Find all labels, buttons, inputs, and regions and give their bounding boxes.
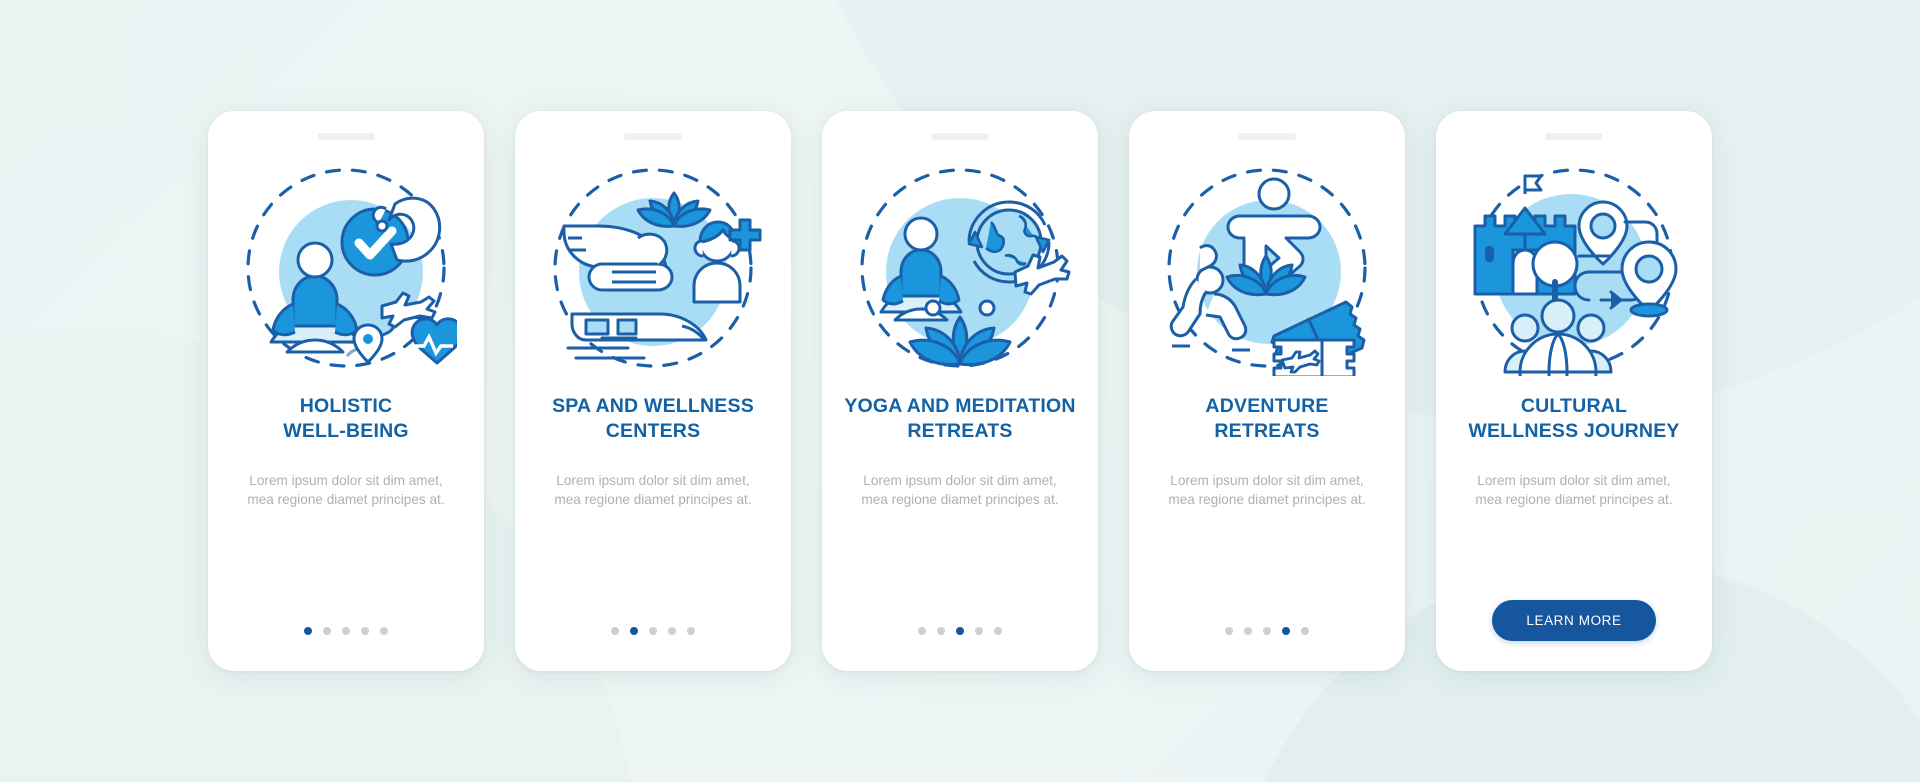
- pagination-dot[interactable]: [630, 627, 638, 635]
- screen-title: CULTURAL WELLNESS JOURNEY: [1468, 394, 1679, 446]
- onboarding-screen-adventure-retreats: ADVENTURE RETREATS Lorem ipsum dolor sit…: [1129, 111, 1405, 671]
- phone-speaker-bar: [931, 133, 989, 140]
- pagination-dot[interactable]: [975, 627, 983, 635]
- illustration-spa-and-wellness-centers: [542, 160, 764, 376]
- illustration-cultural-wellness-journey: [1463, 160, 1685, 376]
- screen-body-text: Lorem ipsum dolor sit dim amet, mea regi…: [860, 472, 1060, 510]
- body-line-3: principes at.: [1292, 491, 1366, 507]
- pagination-dots[interactable]: [918, 627, 1002, 635]
- title-line-1: CULTURAL: [1520, 395, 1628, 417]
- screen-title: ADVENTURE RETREATS: [1205, 394, 1328, 446]
- phone-speaker-bar: [1238, 133, 1296, 140]
- illustration-adventure-retreats: [1156, 160, 1378, 376]
- pagination-dot[interactable]: [649, 627, 657, 635]
- phone-speaker-bar: [1545, 133, 1603, 140]
- title-line-1: YOGA AND MEDITATION: [844, 395, 1076, 417]
- pagination-dot[interactable]: [380, 627, 388, 635]
- title-line-2: RETREATS: [907, 419, 1013, 442]
- learn-more-button[interactable]: LEARN MORE: [1492, 600, 1656, 641]
- pagination-dot[interactable]: [361, 627, 369, 635]
- screen-title: SPA AND WELLNESS CENTERS: [552, 394, 754, 446]
- body-line-1: Lorem ipsum dolor sit dim: [1477, 473, 1633, 488]
- pagination-dot[interactable]: [937, 627, 945, 635]
- title-line-2: WELL-BEING: [283, 419, 409, 442]
- pagination-dots[interactable]: [611, 627, 695, 635]
- onboarding-screen-cultural-wellness-journey: CULTURAL WELLNESS JOURNEY Lorem ipsum do…: [1436, 111, 1712, 671]
- map-pin-icon: [352, 323, 384, 364]
- pagination-dot[interactable]: [918, 627, 926, 635]
- screen-body-text: Lorem ipsum dolor sit dim amet, mea regi…: [1474, 472, 1674, 510]
- pagination-dot[interactable]: [304, 627, 312, 635]
- onboarding-screen-spa-and-wellness-centers: SPA AND WELLNESS CENTERS Lorem ipsum dol…: [515, 111, 791, 671]
- pagination-dots[interactable]: [1225, 627, 1309, 635]
- illustration-holistic-well-being: [235, 160, 457, 376]
- pagination-dot[interactable]: [687, 627, 695, 635]
- pagination-dot[interactable]: [611, 627, 619, 635]
- pagination-dot[interactable]: [323, 627, 331, 635]
- onboarding-screens-container: HOLISTIC WELL-BEING Lorem ipsum dolor si…: [0, 0, 1920, 782]
- pagination-dot[interactable]: [994, 627, 1002, 635]
- body-line-1: Lorem ipsum dolor sit dim: [249, 473, 405, 488]
- body-line-1: Lorem ipsum dolor sit dim: [1170, 473, 1326, 488]
- body-line-3: principes at.: [985, 491, 1059, 507]
- heart-pulse-icon: [410, 317, 457, 365]
- body-line-3: principes at.: [678, 491, 752, 507]
- flag-icon: [1523, 174, 1543, 194]
- phone-speaker-bar: [624, 133, 682, 140]
- title-line-1: SPA AND WELLNESS: [552, 395, 754, 417]
- pagination-dots[interactable]: [304, 627, 388, 635]
- onboarding-screen-holistic-well-being: HOLISTIC WELL-BEING Lorem ipsum dolor si…: [208, 111, 484, 671]
- body-line-3: principes at.: [1599, 491, 1673, 507]
- pagination-dot[interactable]: [956, 627, 964, 635]
- pagination-dot[interactable]: [1301, 627, 1309, 635]
- screen-body-text: Lorem ipsum dolor sit dim amet, mea regi…: [1167, 472, 1367, 510]
- title-line-1: ADVENTURE: [1205, 395, 1329, 417]
- body-line-1: Lorem ipsum dolor sit dim: [556, 473, 712, 488]
- pagination-dot[interactable]: [1282, 627, 1290, 635]
- title-line-2: RETREATS: [1214, 419, 1320, 442]
- screen-body-text: Lorem ipsum dolor sit dim amet, mea regi…: [553, 472, 753, 510]
- screen-title: HOLISTIC WELL-BEING: [283, 394, 408, 446]
- title-line-1: HOLISTIC: [299, 395, 393, 417]
- illustration-yoga-and-meditation-retreats: [849, 160, 1071, 376]
- screen-title: YOGA AND MEDITATION RETREATS: [844, 394, 1075, 446]
- pagination-dot[interactable]: [1263, 627, 1271, 635]
- title-line-2: WELLNESS JOURNEY: [1468, 419, 1680, 442]
- pagination-dot[interactable]: [668, 627, 676, 635]
- body-line-1: Lorem ipsum dolor sit dim: [863, 473, 1019, 488]
- lotus-flower-icon: [636, 191, 712, 228]
- body-line-3: principes at.: [371, 491, 445, 507]
- pagination-dot[interactable]: [342, 627, 350, 635]
- screen-body-text: Lorem ipsum dolor sit dim amet, mea regi…: [246, 472, 446, 510]
- pagination-dot[interactable]: [1225, 627, 1233, 635]
- pagination-dot[interactable]: [1244, 627, 1252, 635]
- phone-speaker-bar: [317, 133, 375, 140]
- title-line-2: CENTERS: [605, 419, 701, 442]
- onboarding-screen-yoga-and-meditation-retreats: YOGA AND MEDITATION RETREATS Lorem ipsum…: [822, 111, 1098, 671]
